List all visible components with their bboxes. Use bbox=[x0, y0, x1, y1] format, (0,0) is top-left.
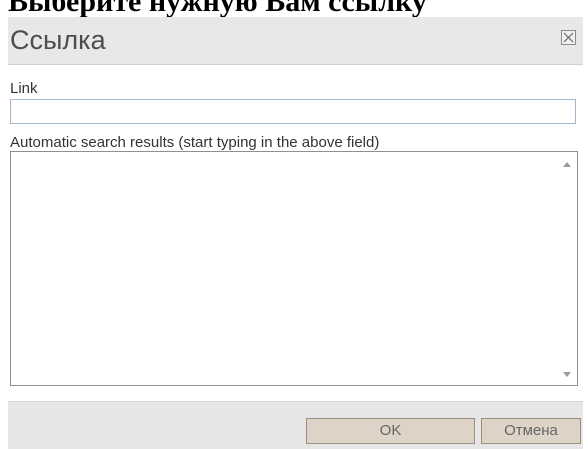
page: Выберите нужную Вам ссылку Ссылка Link A… bbox=[0, 0, 588, 449]
search-results-label: Automatic search results (start typing i… bbox=[10, 134, 380, 151]
ok-button[interactable]: OK bbox=[306, 418, 475, 444]
dialog-titlebar[interactable]: Ссылка bbox=[8, 17, 583, 65]
link-input[interactable] bbox=[10, 99, 576, 124]
scroll-down-icon[interactable] bbox=[563, 372, 571, 377]
link-label: Link bbox=[10, 80, 38, 97]
scroll-up-icon[interactable] bbox=[563, 162, 571, 167]
cancel-button[interactable]: Отмена bbox=[481, 418, 581, 444]
background-document-text: Выберите нужную Вам ссылку bbox=[8, 0, 427, 17]
close-icon[interactable] bbox=[561, 30, 576, 45]
dialog-title: Ссылка bbox=[10, 25, 106, 55]
search-results-list[interactable] bbox=[10, 151, 578, 386]
dialog-footer: OK Отмена bbox=[8, 401, 583, 449]
link-dialog: Ссылка Link Automatic search results (st… bbox=[8, 17, 583, 449]
